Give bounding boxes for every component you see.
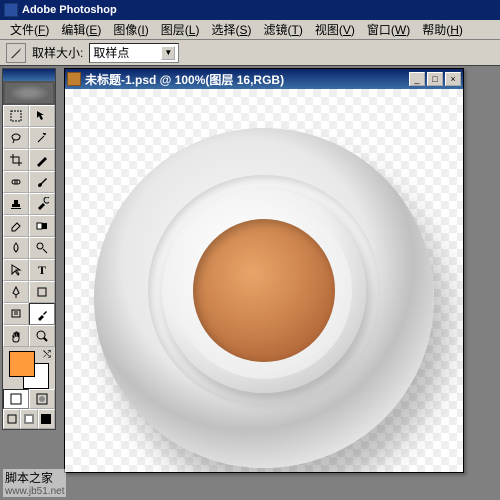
menu-help[interactable]: 帮助(H) bbox=[416, 19, 469, 40]
app-title: Adobe Photoshop bbox=[22, 4, 117, 16]
tool-pen[interactable] bbox=[3, 281, 29, 303]
tool-shape[interactable] bbox=[29, 281, 55, 303]
document-icon bbox=[67, 72, 81, 86]
quickmask-mode[interactable] bbox=[29, 389, 55, 409]
menu-view[interactable]: 视图(V) bbox=[309, 19, 361, 40]
tool-grid: T bbox=[3, 105, 55, 347]
document-titlebar[interactable]: 未标题-1.psd @ 100%(图层 16,RGB) _ □ × bbox=[65, 69, 463, 89]
tool-zoom[interactable] bbox=[29, 325, 55, 347]
toolbox-preview bbox=[3, 81, 55, 105]
sample-size-combo[interactable]: 取样点 ▼ bbox=[89, 43, 179, 63]
watermark-url: www.jb51.net bbox=[5, 486, 64, 497]
tool-lasso[interactable] bbox=[3, 127, 29, 149]
menu-file[interactable]: 文件(F) bbox=[4, 19, 55, 40]
tool-path-select[interactable] bbox=[3, 259, 29, 281]
tool-move[interactable] bbox=[29, 105, 55, 127]
tool-stamp[interactable] bbox=[3, 193, 29, 215]
tool-brush[interactable] bbox=[29, 171, 55, 193]
menu-layer[interactable]: 图层(L) bbox=[155, 19, 206, 40]
tool-hand[interactable] bbox=[3, 325, 29, 347]
screen-full-menu[interactable] bbox=[20, 409, 37, 429]
app-icon bbox=[4, 3, 18, 17]
app-titlebar: Adobe Photoshop bbox=[0, 0, 500, 20]
standard-mode[interactable] bbox=[3, 389, 29, 409]
menu-bar: 文件(F) 编辑(E) 图像(I) 图层(L) 选择(S) 滤镜(T) 视图(V… bbox=[0, 20, 500, 40]
screen-standard[interactable] bbox=[3, 409, 20, 429]
maximize-button[interactable]: □ bbox=[427, 72, 443, 86]
menu-filter[interactable]: 滤镜(T) bbox=[257, 19, 308, 40]
tool-eraser[interactable] bbox=[3, 215, 29, 237]
tool-healing[interactable] bbox=[3, 171, 29, 193]
watermark-text: 脚本之家 bbox=[5, 471, 53, 485]
tool-wand[interactable] bbox=[29, 127, 55, 149]
chevron-down-icon: ▼ bbox=[161, 46, 175, 60]
close-button[interactable]: × bbox=[445, 72, 461, 86]
menu-edit[interactable]: 编辑(E) bbox=[55, 19, 107, 40]
tool-preset-button[interactable] bbox=[6, 43, 26, 63]
minimize-button[interactable]: _ bbox=[409, 72, 425, 86]
foreground-color[interactable] bbox=[9, 351, 35, 377]
options-bar: 取样大小: 取样点 ▼ bbox=[0, 40, 500, 66]
document-window: 未标题-1.psd @ 100%(图层 16,RGB) _ □ × bbox=[64, 68, 464, 473]
canvas[interactable] bbox=[65, 89, 463, 472]
menu-image[interactable]: 图像(I) bbox=[107, 19, 154, 40]
tool-gradient[interactable] bbox=[29, 215, 55, 237]
watermark: 脚本之家 www.jb51.net bbox=[3, 469, 66, 497]
screen-mode-row bbox=[3, 409, 55, 429]
toolbox: T ⤭ bbox=[2, 68, 56, 430]
menu-select[interactable]: 选择(S) bbox=[205, 19, 257, 40]
tool-eyedropper[interactable] bbox=[29, 303, 55, 325]
color-swatches: ⤭ bbox=[3, 347, 55, 389]
teacup-artwork bbox=[94, 128, 434, 468]
tool-crop[interactable] bbox=[3, 149, 29, 171]
swap-colors-icon[interactable]: ⤭ bbox=[43, 349, 51, 360]
tool-blur[interactable] bbox=[3, 237, 29, 259]
sample-size-value: 取样点 bbox=[93, 44, 129, 61]
mask-mode-row bbox=[3, 389, 55, 409]
tool-notes[interactable] bbox=[3, 303, 29, 325]
sample-size-label: 取样大小: bbox=[32, 44, 83, 61]
tool-slice[interactable] bbox=[29, 149, 55, 171]
menu-window[interactable]: 窗口(W) bbox=[361, 19, 416, 40]
document-title: 未标题-1.psd @ 100%(图层 16,RGB) bbox=[85, 71, 409, 88]
tool-type[interactable]: T bbox=[29, 259, 55, 281]
tool-history-brush[interactable] bbox=[29, 193, 55, 215]
toolbox-header[interactable] bbox=[3, 69, 55, 81]
window-buttons: _ □ × bbox=[409, 72, 461, 86]
tool-marquee[interactable] bbox=[3, 105, 29, 127]
screen-full[interactable] bbox=[38, 409, 55, 429]
tool-dodge[interactable] bbox=[29, 237, 55, 259]
eyedropper-icon bbox=[9, 46, 23, 60]
